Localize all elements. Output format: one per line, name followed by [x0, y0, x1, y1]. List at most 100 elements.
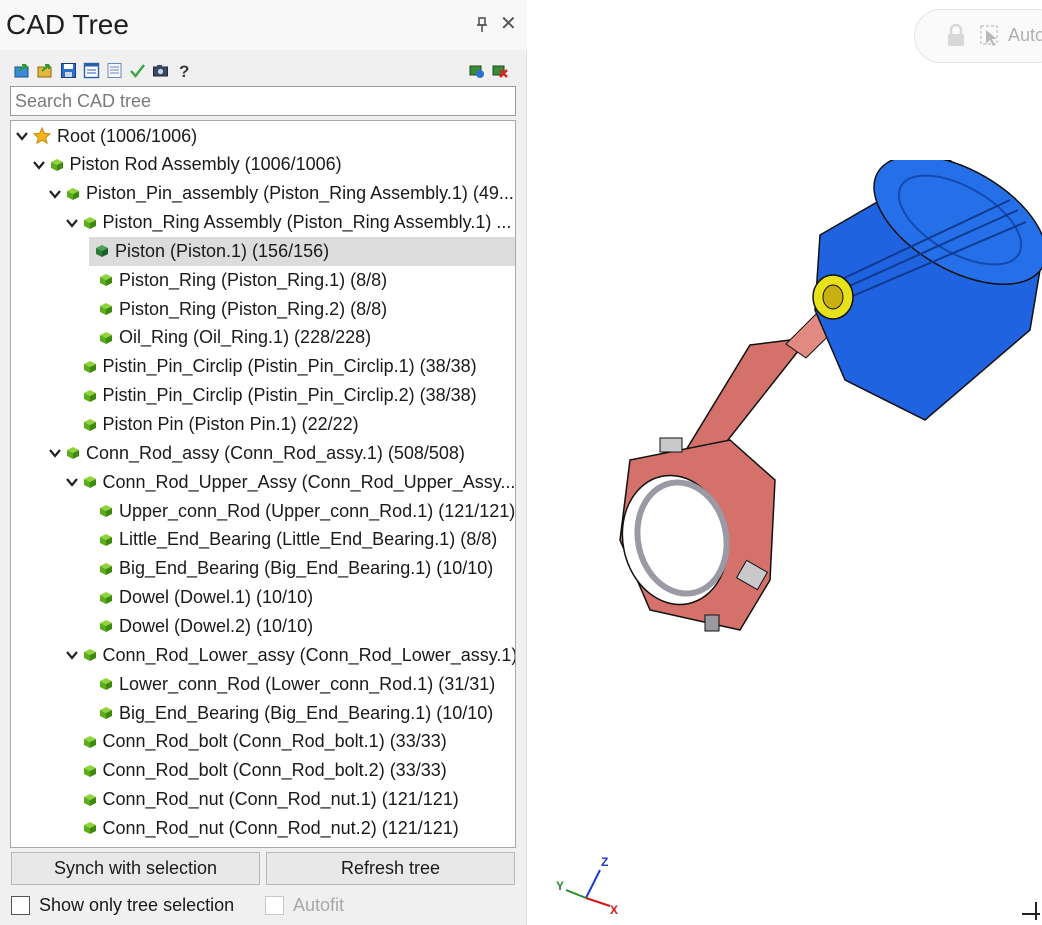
panel-title: CAD Tree	[6, 9, 129, 40]
part-cube-icon	[67, 447, 79, 460]
tree-row[interactable]: Piston_Ring (Piston_Ring.1) (8/8)	[81, 266, 387, 295]
check-icon[interactable]	[129, 62, 146, 79]
piston-rod-model[interactable]	[590, 160, 1042, 640]
part-cube-icon	[83, 764, 96, 777]
properties-icon[interactable]	[83, 62, 100, 79]
tree-row-label: Pistin_Pin_Circlip (Pistin_Pin_Circlip.1…	[102, 356, 477, 377]
tree-row-label: Piston_Pin_assembly (Piston_Ring Assembl…	[86, 183, 514, 204]
tree-row[interactable]: Piston_Ring (Piston_Ring.2) (8/8)	[81, 295, 387, 324]
autofit-option: Autofit	[265, 894, 344, 916]
chevron-down-icon[interactable]	[15, 129, 29, 143]
tree-row-label: Big_End_Bearing (Big_End_Bearing.1) (10/…	[119, 558, 494, 579]
chevron-down-icon[interactable]	[65, 648, 79, 662]
refresh-tree-button[interactable]: Refresh tree	[266, 852, 515, 885]
part-cube-icon	[100, 274, 112, 287]
synch-with-selection-button[interactable]: Synch with selection	[11, 852, 260, 885]
autofit-checkbox[interactable]	[265, 895, 284, 915]
tree-row[interactable]: Lower_conn_Rod (Lower_conn_Rod.1) (31/31…	[81, 670, 495, 699]
chevron-down-icon[interactable]	[48, 446, 62, 460]
tree-row-label: Conn_Rod_bolt (Conn_Rod_bolt.1) (33/33)	[102, 731, 447, 752]
axis-y-label: Y	[556, 879, 564, 893]
show-only-tree-selection-checkbox[interactable]	[11, 895, 30, 915]
lock-icon[interactable]	[946, 24, 966, 48]
close-icon[interactable]: ✕	[500, 13, 517, 35]
cad-tree[interactable]: Root (1006/1006) Piston Rod Assembly (100…	[10, 120, 516, 848]
tree-row[interactable]: Conn_Rod_nut (Conn_Rod_nut.1) (121/121)	[65, 785, 459, 814]
part-cube-icon	[83, 735, 96, 748]
tree-row-label: Piston (Piston.1) (156/156)	[115, 240, 330, 261]
tree-row[interactable]: Little_End_Bearing (Little_End_Bearing.1…	[81, 525, 497, 554]
part-cube-icon	[83, 360, 96, 373]
help-icon[interactable]: ?	[175, 62, 192, 79]
tree-row[interactable]: Conn_Rod_bolt (Conn_Rod_bolt.2) (33/33)	[65, 756, 447, 785]
save-icon[interactable]	[60, 62, 77, 79]
tree-row[interactable]: Big_End_Bearing (Big_End_Bearing.1) (10/…	[81, 554, 493, 583]
box-select-cursor-icon[interactable]	[980, 24, 1002, 48]
part-cube-icon	[100, 707, 112, 719]
tree-row-label: Dowel (Dowel.2) (10/10)	[119, 615, 314, 636]
auto-select-label: Autofit	[1008, 25, 1042, 45]
import-icon[interactable]	[14, 62, 31, 79]
tree-row[interactable]: Piston_Pin_assembly (Piston_Ring Assembl…	[48, 179, 514, 208]
tree-row-label: Dowel (Dowel.1) (10/10)	[119, 587, 314, 608]
panel-header: CAD Tree ✕	[0, 0, 527, 50]
part-cube-icon	[83, 476, 96, 489]
tree-row-label: Pistin_Pin_Circlip (Pistin_Pin_Circlip.2…	[102, 385, 477, 406]
tree-row[interactable]: Conn_Rod_bolt (Conn_Rod_bolt.1) (33/33)	[65, 727, 447, 756]
svg-text:?: ?	[179, 62, 189, 79]
part-cube-icon	[100, 505, 112, 518]
tree-row[interactable]: Pistin_Pin_Circlip (Pistin_Pin_Circlip.2…	[65, 381, 477, 410]
tree-row-label: Conn_Rod_Upper_Assy (Conn_Rod_Upper_Assy…	[102, 471, 516, 492]
export-icon[interactable]	[37, 62, 54, 79]
chevron-down-icon[interactable]	[65, 475, 79, 489]
chevron-down-icon[interactable]	[48, 187, 62, 201]
tree-row[interactable]: Conn_Rod_assy (Conn_Rod_assy.1) (508/508…	[48, 439, 465, 468]
tree-row-label: Piston Rod Assembly (1006/1006)	[69, 154, 342, 175]
tree-row-label: Conn_Rod_bolt (Conn_Rod_bolt.2) (33/33)	[102, 760, 447, 781]
tree-row-label: Conn_Rod_nut (Conn_Rod_nut.1) (121/121)	[102, 789, 459, 810]
tree-row[interactable]: Piston Pin (Piston Pin.1) (22/22)	[65, 410, 359, 439]
tree-row-label: Big_End_Bearing (Big_End_Bearing.1) (10/…	[119, 702, 494, 723]
tree-row[interactable]: Piston_Ring Assembly (Piston_Ring Assemb…	[65, 208, 511, 237]
part-cube-icon	[100, 678, 112, 691]
tree-row[interactable]: Conn_Rod_nut (Conn_Rod_nut.2) (121/121)	[65, 814, 459, 843]
tree-row[interactable]: Piston Rod Assembly (1006/1006)	[32, 150, 342, 179]
tree-row[interactable]: Piston (Piston.1) (156/156)	[89, 236, 515, 266]
part-cube-icon	[100, 303, 112, 316]
tree-row-label: Lower_conn_Rod (Lower_conn_Rod.1) (31/31…	[119, 673, 496, 694]
tree-row-label: Piston_Ring (Piston_Ring.1) (8/8)	[119, 269, 388, 290]
tree-row[interactable]: Pistin_Pin_Circlip (Pistin_Pin_Circlip.1…	[65, 352, 477, 381]
tree-row[interactable]: Root (1006/1006)	[15, 122, 197, 151]
tree-row[interactable]: Oil_Ring (Oil_Ring.1) (228/228)	[81, 323, 371, 352]
part-cube-icon	[83, 418, 96, 431]
tree-row[interactable]: Dowel (Dowel.1) (10/10)	[81, 583, 313, 612]
cad-tree-panel: CAD Tree ✕ ? Search CAD tree Root (1006/…	[0, 0, 527, 925]
tree-row-label: Upper_conn_Rod (Upper_conn_Rod.1) (121/1…	[119, 500, 516, 521]
search-input[interactable]	[10, 86, 516, 116]
part-cube-icon	[67, 187, 79, 200]
tree-row[interactable]: Upper_conn_Rod (Upper_conn_Rod.1) (121/1…	[81, 497, 515, 526]
resize-grip-icon[interactable]	[1020, 898, 1042, 922]
part-cube-icon	[83, 389, 96, 402]
star-icon	[33, 127, 51, 145]
delete-part-icon[interactable]	[491, 62, 508, 79]
tree-row-label: Oil_Ring (Oil_Ring.1) (228/228)	[119, 327, 372, 348]
tree-row[interactable]: Conn_Rod_Upper_Assy (Conn_Rod_Upper_Assy…	[65, 468, 516, 497]
part-cube-icon	[100, 591, 112, 604]
chevron-down-icon[interactable]	[32, 158, 46, 172]
pin-icon[interactable]	[474, 16, 490, 34]
tree-row[interactable]: Big_End_Bearing (Big_End_Bearing.1) (10/…	[81, 699, 493, 728]
part-cube-icon	[100, 331, 112, 344]
conn-rod-nut	[704, 614, 720, 632]
part-cube-icon	[96, 245, 108, 258]
tree-row-label: Conn_Rod_assy (Conn_Rod_assy.1) (508/508…	[86, 442, 465, 463]
tree-row[interactable]: Dowel (Dowel.2) (10/10)	[81, 612, 313, 641]
tree-row-label: Conn_Rod_Lower_assy (Conn_Rod_Lower_assy…	[102, 644, 516, 665]
conn-rod-bolt-top	[659, 437, 683, 453]
part-cube-icon	[83, 649, 96, 662]
list-icon[interactable]	[106, 62, 123, 79]
add-part-icon[interactable]	[468, 62, 485, 79]
tree-row[interactable]: Conn_Rod_Lower_assy (Conn_Rod_Lower_assy…	[65, 641, 516, 670]
chevron-down-icon[interactable]	[65, 216, 79, 230]
camera-icon[interactable]	[152, 62, 169, 79]
